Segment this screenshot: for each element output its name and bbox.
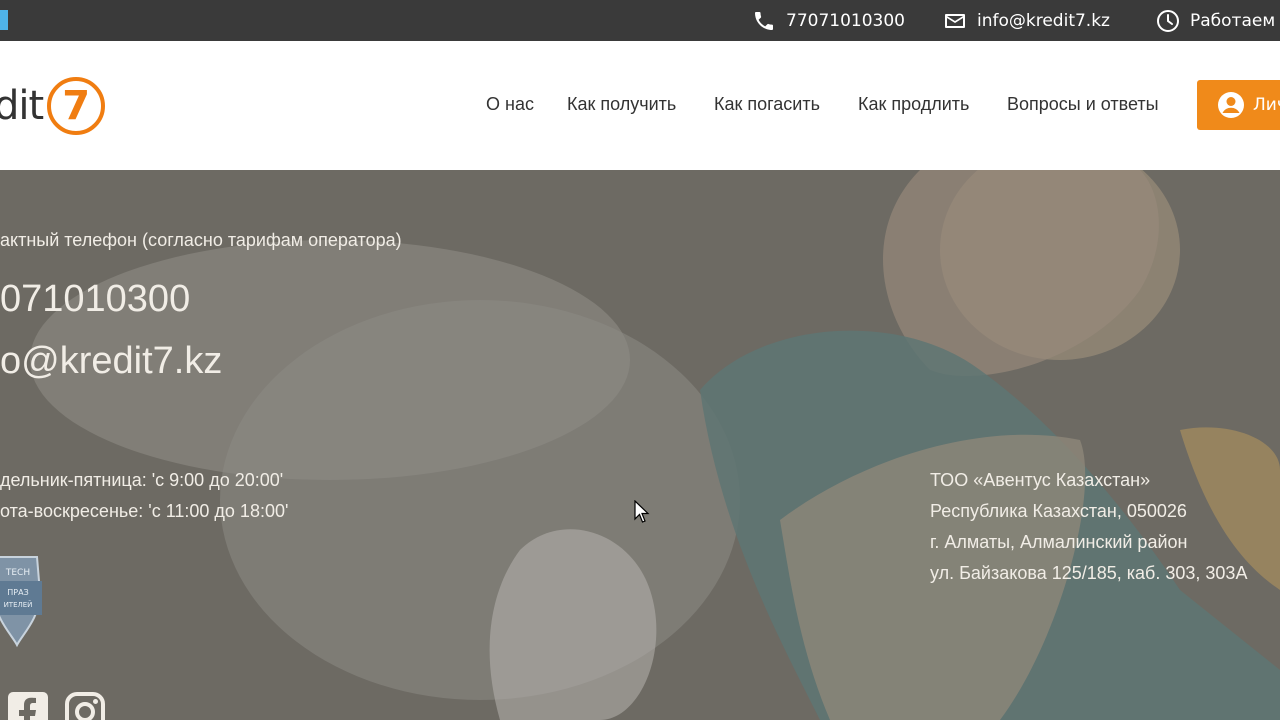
logo-ring: 7: [47, 77, 106, 135]
top-bar: 77071010300 info@kredit7.kz Работаем: [0, 0, 1280, 41]
site-header: dit 7 О нас Как получить Как погасить Ка…: [0, 41, 1280, 170]
company-address-line-3: ул. Байзакова 125/185, каб. 303, 303А: [930, 563, 1248, 583]
top-bar-hours-text: Работаем: [1190, 10, 1276, 31]
top-bar-hours: Работаем: [1156, 0, 1275, 41]
top-bar-accent: [0, 10, 8, 30]
hero-background-photo: [0, 170, 1280, 720]
nav-about[interactable]: О нас: [486, 94, 534, 115]
logo-text: dit: [0, 83, 44, 129]
hero-section: актный телефон (согласно тарифам операто…: [0, 170, 1280, 720]
user-icon: [1218, 92, 1244, 118]
schedule-weekend: ота-воскресенье: 'с 11:00 до 18:00': [0, 501, 289, 521]
instagram-icon[interactable]: [65, 692, 105, 720]
company-address-line-2: г. Алматы, Алмалинский район: [930, 532, 1188, 552]
company-name: ТОО «Авентус Казахстан»: [930, 470, 1151, 490]
top-bar-email-text: info@kredit7.kz: [977, 10, 1110, 31]
schedule-weekdays: дельник-пятница: 'с 9:00 до 20:00': [0, 470, 284, 490]
badge-line-2: ПРАЗ: [7, 588, 28, 597]
nav-how-to-repay[interactable]: Как погасить: [714, 94, 820, 115]
contact-email[interactable]: o@kredit7.kz: [0, 340, 222, 383]
badge-line-3: ИТЕЛЕЙ: [4, 600, 33, 609]
top-bar-phone[interactable]: 77071010300: [752, 0, 905, 41]
nav-faq[interactable]: Вопросы и ответы: [1007, 94, 1159, 115]
top-bar-phone-text: 77071010300: [786, 10, 905, 31]
logo-digit: 7: [62, 83, 91, 129]
nav-how-to-extend[interactable]: Как продлить: [858, 94, 969, 115]
nav-how-to-get[interactable]: Как получить: [567, 94, 676, 115]
mail-icon: [945, 13, 965, 28]
clock-icon: [1157, 9, 1179, 32]
personal-cabinet-label: Лич: [1253, 95, 1280, 115]
top-bar-email[interactable]: info@kredit7.kz: [943, 0, 1110, 41]
company-address-line-1: Республика Казахстан, 050026: [930, 501, 1187, 521]
site-logo[interactable]: dit 7: [0, 71, 106, 141]
mouse-cursor-icon: [634, 500, 650, 523]
fintech-badge-icon[interactable]: TECH ПРАЗ ИТЕЛЕЙ: [0, 553, 42, 649]
contact-phone-note: актный телефон (согласно тарифам операто…: [0, 230, 402, 250]
badge-line-1: TECH: [5, 568, 30, 578]
phone-icon: [755, 11, 773, 30]
personal-cabinet-button[interactable]: Лич: [1197, 80, 1280, 130]
contact-phone[interactable]: 071010300: [0, 278, 190, 321]
facebook-icon[interactable]: [8, 692, 48, 720]
